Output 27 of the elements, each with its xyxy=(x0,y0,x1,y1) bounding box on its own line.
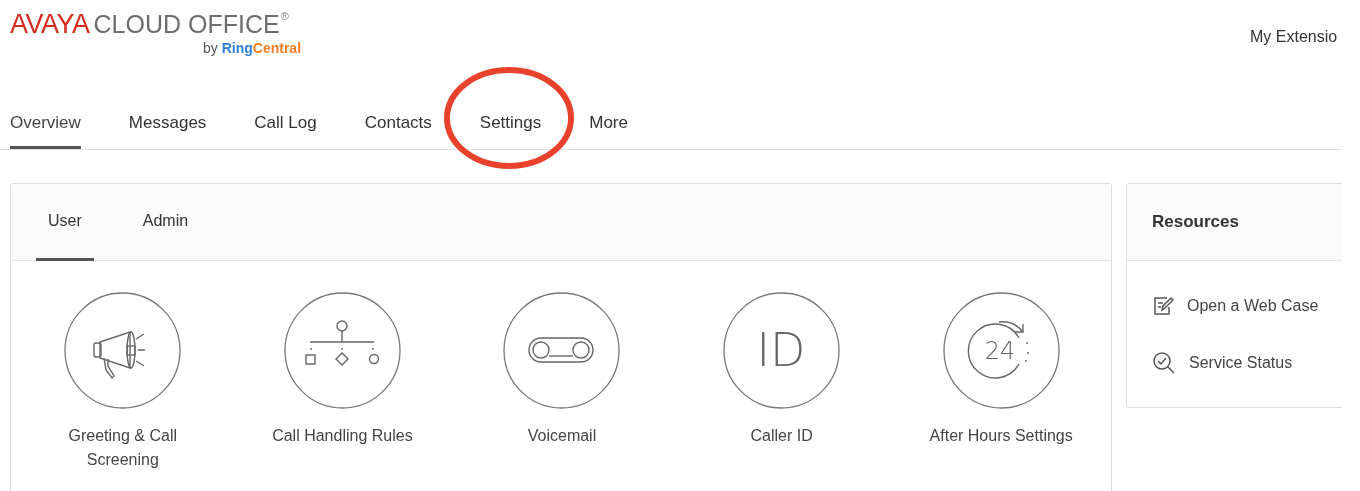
product-name: CLOUD OFFICE xyxy=(93,10,280,38)
voicemail-icon[interactable] xyxy=(503,292,621,409)
setting-label[interactable]: Greeting & Call Screening xyxy=(35,424,211,472)
nav-tab[interactable]: More xyxy=(589,79,628,149)
setting-label[interactable]: Caller ID xyxy=(694,424,870,448)
nav-tab[interactable]: Messages xyxy=(128,79,207,149)
nav-tab[interactable]: Contacts xyxy=(364,79,432,149)
search-check-icon xyxy=(1152,351,1176,375)
setting-label[interactable]: Voicemail xyxy=(474,424,650,448)
resource-link[interactable]: Open a Web Case xyxy=(1187,294,1319,318)
clock-24-icon[interactable]: 24 xyxy=(942,292,1060,409)
setting-label[interactable]: After Hours Settings xyxy=(913,424,1089,448)
setting-label[interactable]: Call Handling Rules xyxy=(254,424,430,448)
megaphone-icon[interactable] xyxy=(64,292,182,409)
nav-tab[interactable]: Overview xyxy=(10,79,81,149)
registered-mark: ® xyxy=(280,10,289,22)
subtab[interactable]: Admin xyxy=(130,184,201,261)
caller-id-icon[interactable]: ID xyxy=(723,292,841,409)
resources-title: Resources xyxy=(1152,211,1239,234)
brand-wordmark: AVAYA xyxy=(10,10,90,38)
nav-tab[interactable]: Call Log xyxy=(254,79,317,149)
ringcentral-byline: by RingCentral xyxy=(203,40,302,56)
resource-link[interactable]: Service Status xyxy=(1189,351,1293,375)
edit-form-icon xyxy=(1152,295,1174,317)
account-menu[interactable]: My Extensio xyxy=(1250,25,1342,49)
subtab[interactable]: User xyxy=(36,184,94,261)
branching-rules-icon[interactable] xyxy=(283,292,401,409)
